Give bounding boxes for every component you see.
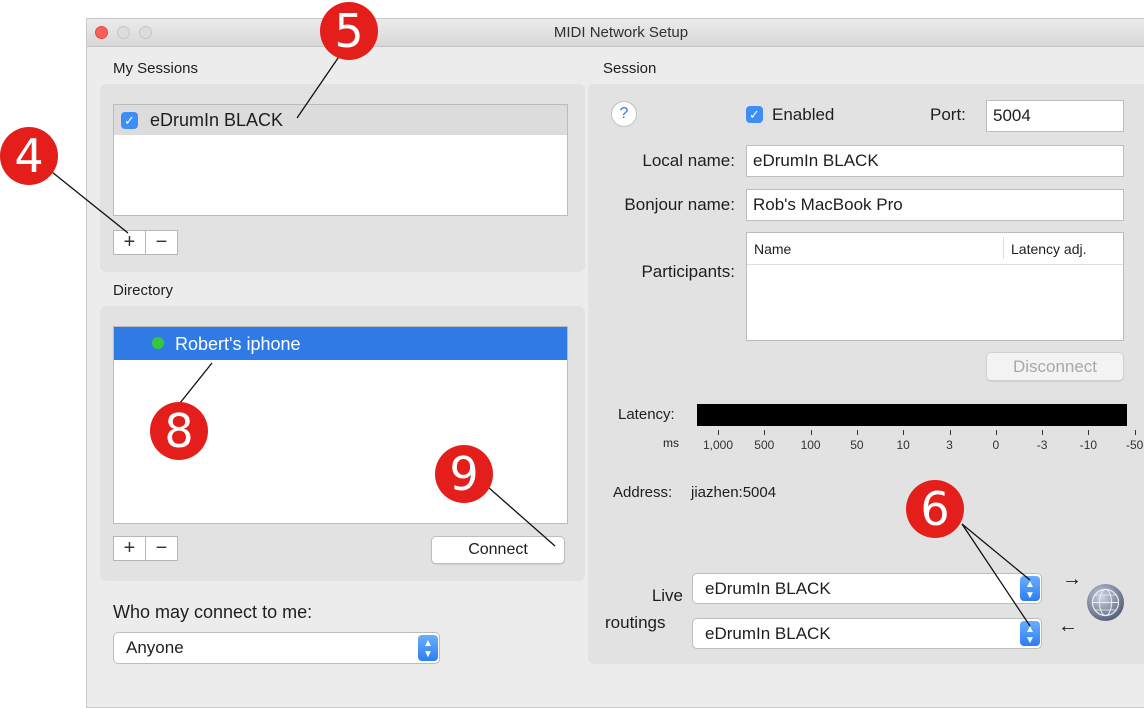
annotation-badge-9: 9 (435, 445, 493, 503)
annotation-leader-lines (36, 41, 1031, 627)
annotation-badge-6: 6 (906, 480, 964, 538)
annotation-badge-4: 4 (0, 127, 58, 185)
annotation-badge-5: 5 (320, 2, 378, 60)
annotation-badge-8: 8 (150, 402, 208, 460)
